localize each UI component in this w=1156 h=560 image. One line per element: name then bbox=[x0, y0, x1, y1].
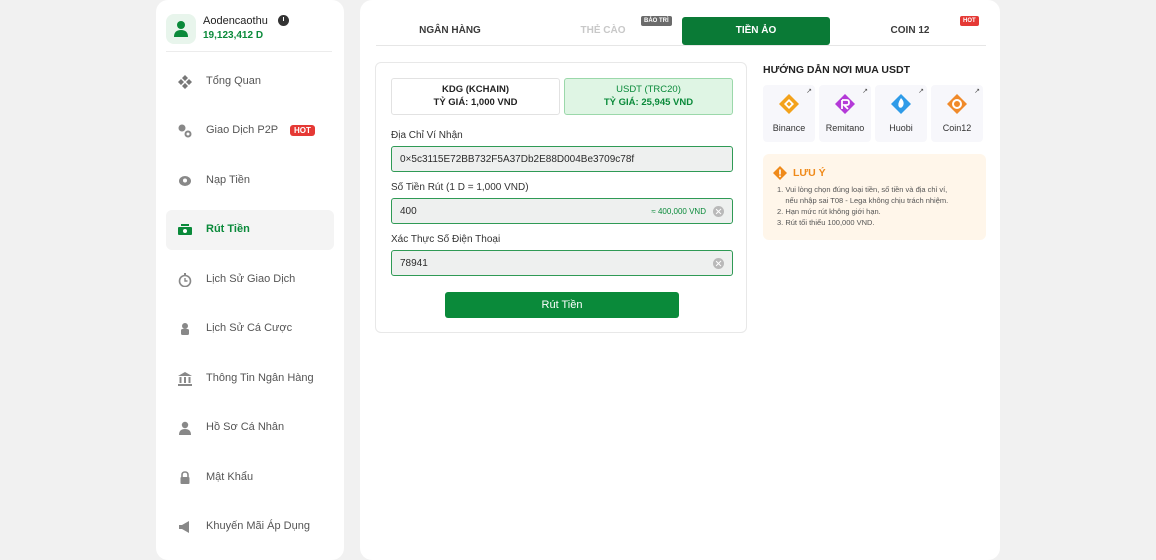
coin-option-kdg[interactable]: KDG (KCHAIN) TỶ GIÁ: 1,000 VND bbox=[391, 78, 560, 115]
withdraw-tabs: NGÂN HÀNG THẺ CÀO BẢO TRÌ TIỀN ẢO COIN 1… bbox=[376, 14, 986, 46]
note-item: 1. Vui lòng chọn đúng loại tiền, số tiền… bbox=[777, 185, 948, 194]
user-icon bbox=[174, 21, 188, 37]
coin-icon bbox=[179, 176, 191, 186]
sidebar-item-label: Nạp Tiền bbox=[206, 174, 251, 186]
sidebar-item-label: Khuyến Mãi Áp Dụng bbox=[206, 520, 310, 532]
wallet-field[interactable] bbox=[391, 146, 733, 172]
note-box: LƯU Ý 1. Vui lòng chọn đúng loại tiền, s… bbox=[763, 154, 986, 240]
username: Aodencaothu bbox=[203, 15, 268, 27]
sidebar-item-profile[interactable]: Hồ Sơ Cá Nhân bbox=[166, 408, 334, 448]
tab-bank[interactable]: NGÂN HÀNG bbox=[376, 17, 524, 45]
tab-card[interactable]: THẺ CÀO BẢO TRÌ bbox=[529, 16, 677, 45]
sidebar: Aodencaothu 19,123,412 D Tổng Quan Giao … bbox=[156, 0, 344, 560]
external-link-icon: ↗ bbox=[918, 88, 924, 95]
sidebar-item-promotions[interactable]: Khuyến Mãi Áp Dụng bbox=[166, 507, 334, 547]
note-item: 2. Hạn mức rút không giới hạn. bbox=[777, 207, 881, 216]
coin-rate: TỶ GIÁ: 1,000 VND bbox=[433, 97, 518, 108]
coin-name: USDT (TRC20) bbox=[616, 84, 681, 95]
exchange-remitano[interactable]: ↗ Remitano bbox=[819, 85, 871, 142]
exchange-name: Remitano bbox=[825, 123, 865, 133]
megaphone-icon bbox=[179, 521, 189, 533]
note-list: 1. Vui lòng chọn đúng loại tiền, số tiền… bbox=[777, 184, 948, 228]
wallet-label: Địa Chỉ Ví Nhận bbox=[391, 130, 463, 141]
sidebar-item-label: Lịch Sử Cá Cược bbox=[206, 322, 293, 334]
sidebar-item-bank-info[interactable]: Thông Tin Ngân Hàng bbox=[166, 359, 334, 399]
sidebar-item-withdraw[interactable]: Rút Tiền bbox=[166, 210, 334, 250]
binance-logo-icon bbox=[779, 94, 799, 114]
sidebar-item-p2p[interactable]: Giao Dịch P2P HOT bbox=[166, 111, 334, 151]
coin-option-usdt[interactable]: USDT (TRC20) TỶ GIÁ: 25,945 VND bbox=[564, 78, 733, 115]
remitano-logo-icon bbox=[835, 94, 855, 114]
withdraw-button[interactable]: Rút Tiền bbox=[445, 292, 679, 318]
guide-title: HƯỚNG DẪN NƠI MUA USDT bbox=[763, 64, 910, 76]
p2p-icon bbox=[178, 124, 192, 138]
maintenance-badge: BẢO TRÌ bbox=[641, 16, 672, 26]
exchange-coin12[interactable]: ↗ Coin12 bbox=[931, 85, 983, 142]
sidebar-item-label: Giao Dịch P2P bbox=[206, 124, 279, 136]
tab-label: COIN 12 bbox=[890, 25, 930, 36]
avatar[interactable] bbox=[166, 14, 196, 44]
clear-icon[interactable] bbox=[713, 206, 724, 217]
hot-badge: HOT bbox=[290, 125, 315, 136]
phone-input[interactable] bbox=[392, 251, 732, 275]
sidebar-item-password[interactable]: Mật Khẩu bbox=[166, 458, 334, 498]
tab-crypto[interactable]: TIỀN ẢO bbox=[682, 17, 830, 45]
phone-label: Xác Thực Số Điện Thoại bbox=[391, 234, 501, 245]
warning-icon bbox=[773, 166, 787, 180]
sidebar-item-label: Mật Khẩu bbox=[206, 471, 254, 483]
sidebar-item-transaction-history[interactable]: Lịch Sử Giao Dịch bbox=[166, 260, 334, 300]
sidebar-item-label: Rút Tiền bbox=[206, 223, 250, 235]
sidebar-item-label: Hồ Sơ Cá Nhân bbox=[206, 421, 285, 433]
clock-icon[interactable] bbox=[278, 15, 289, 26]
withdraw-form: KDG (KCHAIN) TỶ GIÁ: 1,000 VND USDT (TRC… bbox=[375, 62, 747, 333]
sidebar-item-label: Tổng Quan bbox=[206, 75, 262, 87]
hot-badge: HOT bbox=[960, 16, 979, 26]
clear-icon[interactable] bbox=[713, 258, 724, 269]
external-link-icon: ↗ bbox=[974, 88, 980, 95]
exchange-binance[interactable]: ↗ Binance bbox=[763, 85, 815, 142]
coin12-logo-icon bbox=[947, 94, 967, 114]
wallet-input[interactable] bbox=[392, 147, 732, 171]
tab-label: NGÂN HÀNG bbox=[419, 25, 481, 36]
bet-icon bbox=[181, 323, 189, 335]
external-link-icon: ↗ bbox=[806, 88, 812, 95]
balance: 19,123,412 D bbox=[203, 30, 264, 41]
sidebar-item-overview[interactable]: Tổng Quan bbox=[166, 62, 334, 102]
sidebar-item-label: Thông Tin Ngân Hàng bbox=[206, 372, 314, 384]
amount-field[interactable]: ≈ 400,000 VND bbox=[391, 198, 733, 224]
history-icon bbox=[178, 273, 192, 287]
exchange-huobi[interactable]: ↗ Huobi bbox=[875, 85, 927, 142]
withdraw-panel: NGÂN HÀNG THẺ CÀO BẢO TRÌ TIỀN ẢO COIN 1… bbox=[360, 0, 1000, 560]
coin-rate: TỶ GIÁ: 25,945 VND bbox=[603, 97, 694, 108]
sidebar-item-bet-history[interactable]: Lịch Sử Cá Cược bbox=[166, 309, 334, 349]
tab-label: THẺ CÀO bbox=[580, 25, 626, 36]
external-link-icon: ↗ bbox=[862, 88, 868, 95]
coin-name: KDG (KCHAIN) bbox=[441, 84, 510, 95]
huobi-logo-icon bbox=[891, 94, 911, 114]
dashboard-icon bbox=[178, 75, 192, 89]
note-item: nếu nhập sai T08 - Lega không chịu trách… bbox=[777, 196, 949, 205]
tab-label: TIỀN ẢO bbox=[735, 25, 777, 36]
amount-label: Số Tiền Rút (1 D = 1,000 VND) bbox=[391, 182, 529, 193]
sidebar-item-deposit[interactable]: Nạp Tiền bbox=[166, 161, 334, 201]
amount-conversion: ≈ 400,000 VND bbox=[651, 207, 706, 216]
cash-icon bbox=[178, 224, 192, 235]
note-title: LƯU Ý bbox=[793, 167, 826, 179]
tab-coin12[interactable]: COIN 12 HOT bbox=[836, 16, 984, 45]
lock-icon bbox=[180, 471, 190, 484]
bank-icon bbox=[178, 372, 192, 386]
sidebar-item-label: Lịch Sử Giao Dịch bbox=[206, 273, 296, 285]
person-icon bbox=[179, 421, 191, 435]
exchange-name: Coin12 bbox=[942, 123, 972, 133]
exchange-name: Binance bbox=[772, 123, 806, 133]
note-item: 3. Rút tối thiểu 100,000 VND. bbox=[777, 218, 875, 227]
user-summary: Aodencaothu 19,123,412 D bbox=[166, 10, 332, 52]
exchange-name: Huobi bbox=[889, 123, 913, 133]
phone-field[interactable] bbox=[391, 250, 733, 276]
